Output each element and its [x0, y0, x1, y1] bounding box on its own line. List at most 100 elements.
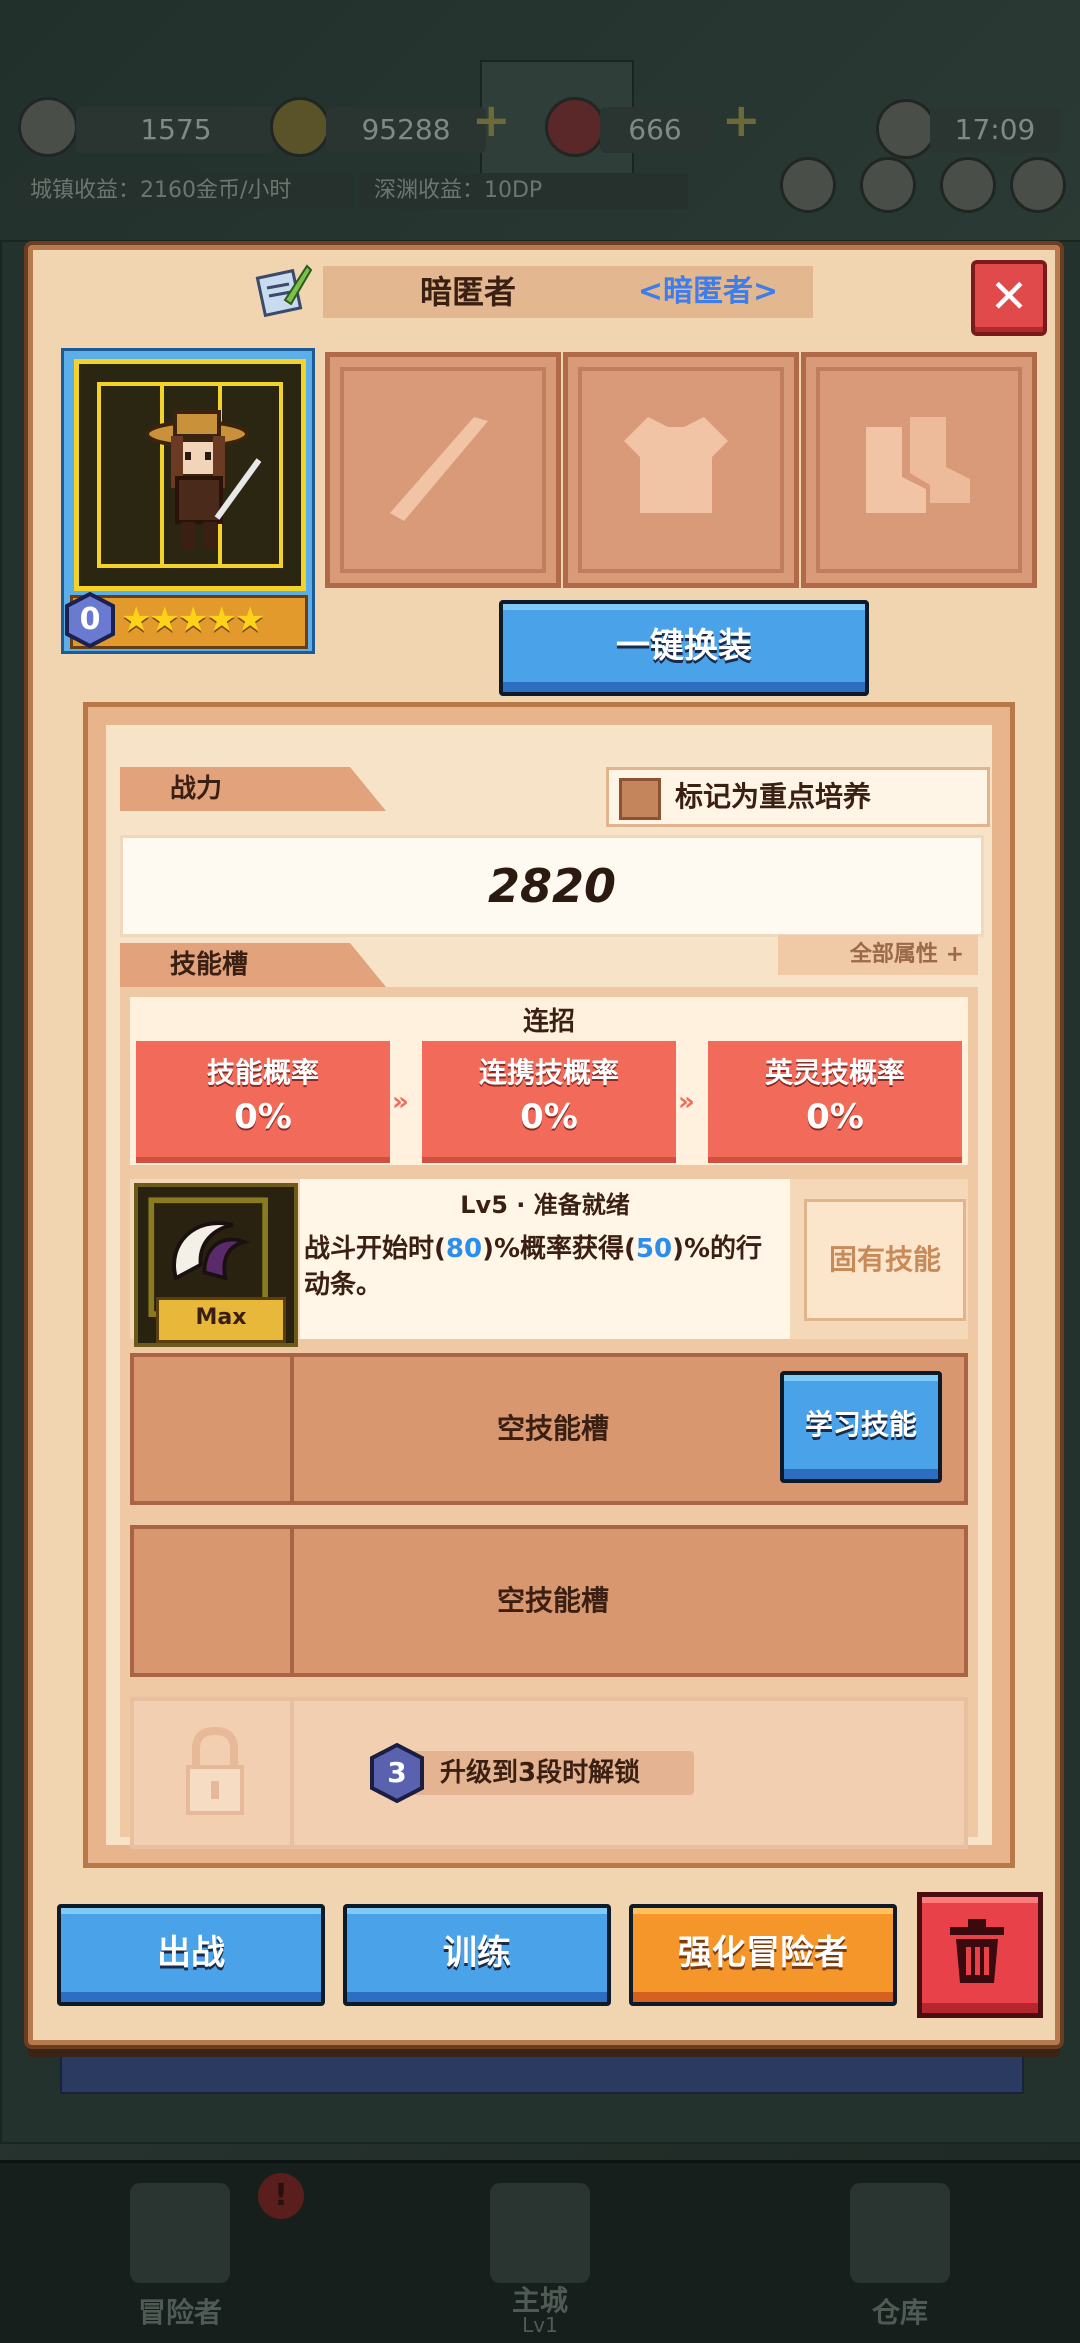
- hero-detail-dialog: 暗匿者 <暗匿者> ✕ 0 ★★★★★ 一键换装 战力 标记为重点培养 2820…: [28, 245, 1060, 2045]
- gold-coin-icon: [270, 97, 330, 157]
- armor-icon: [624, 417, 728, 513]
- skill-slot-empty-2[interactable]: 空技能槽: [130, 1525, 968, 1677]
- deploy-button[interactable]: 出战: [57, 1904, 325, 2006]
- max-badge: Max: [156, 1297, 286, 1343]
- skill-slot-locked: 3 升级到3段时解锁: [130, 1697, 968, 1849]
- rate-name: 连携技概率: [478, 1056, 619, 1089]
- all-attributes-button[interactable]: 全部属性 +: [778, 935, 978, 975]
- rate-value: 0%: [520, 1097, 578, 1137]
- trash-icon: [950, 1919, 1004, 1983]
- skill-area: 连招 技能概率 0% » 连携技概率 0% » 英灵技概率 0% Max Lv5…: [120, 987, 978, 1849]
- alert-badge: !: [258, 2173, 304, 2219]
- lock-icon: [186, 1727, 244, 1815]
- nav-adventurers-label: 冒险者: [137, 2296, 222, 2329]
- town-income: 城镇收益：2160金币/小时: [16, 173, 354, 209]
- sword-icon: [390, 417, 488, 521]
- rate-value: 0%: [234, 1097, 292, 1137]
- combo-title: 连招: [522, 1007, 575, 1037]
- castle-icon: [490, 2183, 590, 2283]
- quill-note-icon: [255, 264, 313, 318]
- rate-card-skill: 技能概率 0%: [136, 1041, 390, 1163]
- rate-value: 0%: [806, 1097, 864, 1137]
- adventurer-helmet-icon: [130, 2183, 230, 2283]
- skill-icon[interactable]: Max: [134, 1183, 298, 1347]
- nav-warehouse[interactable]: 仓库: [720, 2163, 1080, 2343]
- clock-time: 17:09: [930, 107, 1060, 153]
- skill-description-box: Lv5 · 准备就绪 战斗开始时(80)%概率获得(50)%的行动条。: [300, 1179, 790, 1339]
- learn-skill-label: 学习技能: [804, 1408, 917, 1441]
- enhance-adventurer-button[interactable]: 强化冒险者: [629, 1904, 897, 2006]
- skill-level-status: Lv5 · 准备就绪: [460, 1191, 630, 1219]
- unlock-rank-number: 3: [387, 1756, 407, 1789]
- compass-icon[interactable]: [940, 157, 996, 213]
- skill-slot-tag: 技能槽: [120, 943, 386, 987]
- power-box: 2820: [120, 835, 984, 937]
- train-label: 训练: [443, 1933, 511, 1973]
- gold-value: 95288: [326, 107, 486, 153]
- unlock-requirement: 3 升级到3段时解锁: [370, 1743, 694, 1803]
- skill-description: 战斗开始时(80)%概率获得(50)%的行动条。: [304, 1231, 784, 1303]
- hero-portrait-card[interactable]: 0 ★★★★★: [61, 348, 315, 654]
- skill-slot-owned[interactable]: Max Lv5 · 准备就绪 战斗开始时(80)%概率获得(50)%的行动条。 …: [130, 1179, 968, 1347]
- one-click-equip-button[interactable]: 一键换装: [499, 600, 869, 696]
- desc-value-1: 80: [445, 1234, 483, 1264]
- desc-value-2: 50: [635, 1234, 673, 1264]
- enhance-label: 强化冒险者: [678, 1933, 848, 1973]
- nav-warehouse-label: 仓库: [871, 2296, 928, 2329]
- empty-slot-label: 空技能槽: [496, 1584, 609, 1617]
- stars-bar: 0 ★★★★★: [65, 591, 308, 649]
- delete-button[interactable]: [917, 1892, 1043, 2018]
- resource1-value: 1575: [76, 107, 276, 153]
- warehouse-icon: [850, 2183, 950, 2283]
- double-chevron-icon: »: [392, 1087, 409, 1117]
- info-panel: 战力 标记为重点培养 2820 全部属性 + 技能槽 连招 技能概率 0% »: [83, 702, 1015, 1868]
- combo-box: 连招 技能概率 0% » 连携技概率 0% » 英灵技概率 0%: [130, 997, 968, 1165]
- power-tag: 战力: [120, 767, 386, 811]
- resource-bar: 1575 95288 + 666 + 17:09 城镇收益：2160金币/小时 …: [0, 93, 1080, 213]
- mark-focus-toggle[interactable]: 标记为重点培养: [606, 767, 990, 827]
- add-gem-button[interactable]: +: [722, 93, 761, 147]
- abyss-income: 深渊收益：10DP: [360, 173, 688, 209]
- rate-name: 技能概率: [206, 1056, 319, 1089]
- moon-icon: [18, 97, 78, 157]
- learn-skill-button[interactable]: 学习技能: [780, 1371, 942, 1483]
- focus-checkbox[interactable]: [619, 778, 661, 820]
- deploy-label: 出战: [157, 1933, 225, 1973]
- gem-value: 666: [600, 107, 710, 153]
- hero-sprite: [145, 410, 261, 550]
- title-bar: 暗匿者 <暗匿者>: [323, 266, 813, 318]
- nav-adventurers[interactable]: ! 冒险者: [0, 2163, 360, 2343]
- hero-class: <暗匿者>: [637, 274, 779, 309]
- innate-skill-button[interactable]: 固有技能: [804, 1199, 966, 1321]
- ranking-icon[interactable]: [780, 157, 836, 213]
- rank-number: 0: [79, 602, 101, 637]
- train-button[interactable]: 训练: [343, 1904, 611, 2006]
- gem-icon: [545, 97, 605, 157]
- nav-main-city-level: Lv1: [522, 2313, 558, 2337]
- pet-icon[interactable]: [860, 157, 916, 213]
- equip-slot-weapon[interactable]: [325, 352, 561, 588]
- close-button[interactable]: ✕: [971, 260, 1047, 336]
- add-gold-button[interactable]: +: [472, 93, 511, 147]
- equip-slot-boots[interactable]: [801, 352, 1037, 588]
- portrait-frame: [74, 359, 306, 591]
- double-chevron-icon: »: [678, 1087, 695, 1117]
- nav-main-city[interactable]: 主城 Lv1: [360, 2163, 720, 2343]
- one-click-equip-label: 一键换装: [616, 626, 752, 666]
- skill-slot-empty-1[interactable]: 空技能槽 学习技能: [130, 1353, 968, 1505]
- bottom-nav: ! 冒险者 主城 Lv1 仓库: [0, 2160, 1080, 2343]
- equip-slot-armor[interactable]: [563, 352, 799, 588]
- unlock-text: 升级到3段时解锁: [440, 1758, 641, 1788]
- boots-icon: [866, 417, 970, 513]
- desc-part: 战斗开始时(: [304, 1234, 446, 1264]
- rate-name: 英灵技概率: [764, 1056, 905, 1089]
- rate-card-chain: 连携技概率 0%: [422, 1041, 676, 1163]
- power-value: 2820: [487, 859, 617, 913]
- desc-part: )%概率获得(: [482, 1234, 636, 1264]
- clock-icon: [876, 99, 936, 159]
- rate-card-spirit: 英灵技概率 0%: [708, 1041, 962, 1163]
- gear-icon[interactable]: [1010, 157, 1066, 213]
- star-rating: ★★★★★: [121, 600, 265, 640]
- hero-name: 暗匿者: [419, 273, 516, 311]
- rank-badge: 0: [65, 591, 115, 649]
